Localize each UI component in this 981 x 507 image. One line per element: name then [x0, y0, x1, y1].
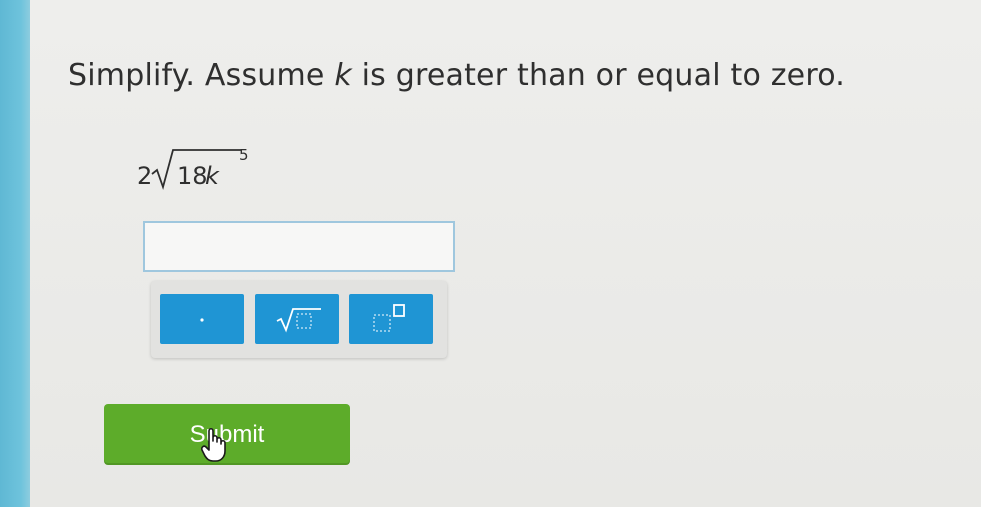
- exponent-key[interactable]: [349, 294, 433, 344]
- answer-input[interactable]: [143, 221, 455, 272]
- square-root-icon: [269, 304, 325, 334]
- math-keypad: [151, 281, 447, 358]
- math-expression: 2 18 k 5: [137, 140, 277, 191]
- expression-radicand-variable: k: [205, 162, 220, 190]
- question-suffix: is greater than or equal to zero.: [351, 58, 845, 93]
- expression-radicand: 18: [177, 162, 208, 190]
- square-root-key[interactable]: [255, 294, 339, 344]
- question-prefix: Simplify. Assume: [68, 58, 335, 93]
- hand-pointer-cursor-icon: [199, 425, 235, 469]
- decimal-point-key[interactable]: [160, 294, 244, 344]
- question-variable: k: [334, 58, 352, 93]
- question-text: Simplify. Assume k is greater than or eq…: [68, 58, 845, 93]
- expression-exponent: 5: [239, 146, 249, 164]
- decimal-point-icon: [197, 314, 207, 324]
- expression-coefficient: 2: [137, 162, 152, 190]
- exponent-icon: [368, 302, 414, 336]
